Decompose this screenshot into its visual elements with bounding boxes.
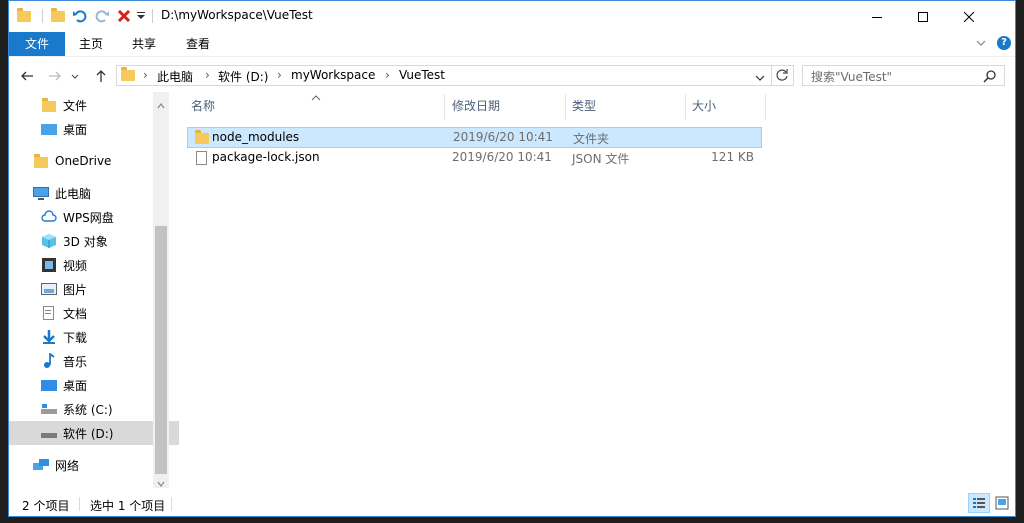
address-bar[interactable]: › 此电脑 › 软件 (D:) › myWorkspace › VueTest — [116, 65, 794, 86]
breadcrumb-drive-d[interactable]: 软件 (D:) — [218, 68, 268, 85]
delete-icon[interactable] — [115, 6, 133, 26]
nav-scrollbar[interactable] — [153, 92, 169, 488]
large-icons-view-button[interactable] — [992, 493, 1012, 513]
folder-icon — [15, 6, 33, 26]
redo-icon[interactable] — [93, 6, 111, 26]
breadcrumb-vuetest[interactable]: VueTest — [399, 68, 445, 82]
maximize-button[interactable] — [900, 1, 946, 32]
address-dropdown-icon[interactable] — [755, 71, 765, 85]
network-icon — [33, 457, 49, 473]
scroll-up-icon[interactable] — [157, 98, 165, 112]
column-header-date[interactable]: 修改日期 — [452, 92, 500, 120]
navigation-pane: 文件 桌面 OneDrive 此电脑 WPS网盘 3D 对象 视频 图片 文档 … — [9, 92, 185, 488]
file-date: 2019/6/20 10:41 — [452, 150, 552, 164]
file-date: 2019/6/20 10:41 — [453, 130, 553, 144]
tab-home[interactable]: 主页 — [67, 32, 115, 56]
undo-icon[interactable] — [71, 6, 89, 26]
computer-icon — [33, 185, 49, 201]
forward-button[interactable] — [45, 66, 65, 86]
picture-icon — [41, 281, 57, 297]
back-button[interactable] — [17, 66, 37, 86]
table-row[interactable]: node_modules 2019/6/20 10:41 文件夹 — [187, 127, 762, 148]
file-name: node_modules — [212, 130, 300, 144]
tab-view[interactable]: 查看 — [173, 32, 223, 56]
nav-item-this-pc[interactable]: 此电脑 — [9, 181, 177, 205]
sort-ascending-icon — [311, 90, 321, 104]
table-row[interactable]: package-lock.json 2019/6/20 10:41 JSON 文… — [187, 148, 762, 169]
refresh-icon[interactable] — [775, 68, 789, 85]
ribbon-tabs: 文件 主页 共享 查看 ? — [9, 32, 1015, 57]
folder-icon — [195, 130, 209, 144]
search-icon[interactable] — [983, 69, 997, 86]
folder-icon — [41, 97, 57, 113]
properties-icon[interactable] — [49, 6, 67, 26]
expand-ribbon-icon[interactable] — [975, 37, 987, 52]
folder-icon — [33, 153, 49, 169]
search-input[interactable]: 搜索"VueTest" — [802, 65, 1005, 86]
tab-share[interactable]: 共享 — [119, 32, 169, 56]
file-list: 名称 修改日期 类型 大小 node_modules 2019/6/20 10:… — [179, 92, 1009, 488]
column-header-name[interactable]: 名称 — [191, 92, 215, 120]
nav-item-onedrive[interactable]: OneDrive — [9, 149, 177, 173]
column-header-size[interactable]: 大小 — [692, 92, 716, 120]
file-type: 文件夹 — [573, 132, 610, 146]
drive-icon — [41, 425, 57, 441]
scroll-down-icon[interactable] — [157, 476, 165, 490]
title-bar: D:\myWorkspace\VueTest — [9, 1, 1015, 32]
status-bar: 2 个项目 选中 1 个项目 — [9, 492, 1015, 516]
close-button[interactable] — [946, 1, 992, 32]
customize-toolbar-icon[interactable] — [135, 6, 147, 26]
minimize-button[interactable] — [854, 1, 900, 32]
up-button[interactable] — [91, 66, 111, 86]
desktop-icon — [41, 121, 57, 137]
download-icon — [41, 329, 57, 345]
file-icon — [196, 151, 207, 165]
breadcrumb-this-pc[interactable]: 此电脑 — [157, 68, 193, 85]
window-title: D:\myWorkspace\VueTest — [161, 8, 313, 22]
folder-icon — [121, 67, 135, 81]
recent-locations-button[interactable] — [69, 66, 81, 86]
column-header-type[interactable]: 类型 — [572, 92, 596, 120]
file-name: package-lock.json — [212, 150, 320, 164]
cube-icon — [41, 233, 57, 249]
breadcrumb-myworkspace[interactable]: myWorkspace — [291, 68, 375, 82]
details-view-button[interactable] — [968, 493, 990, 513]
file-type: JSON 文件 — [572, 152, 630, 166]
navigation-bar: › 此电脑 › 软件 (D:) › myWorkspace › VueTest … — [9, 58, 1015, 92]
scroll-thumb[interactable] — [155, 226, 167, 474]
document-icon — [41, 305, 57, 321]
tab-file[interactable]: 文件 — [9, 32, 65, 56]
help-icon[interactable]: ? — [997, 36, 1011, 50]
search-placeholder: 搜索"VueTest" — [811, 70, 893, 84]
file-size: 121 KB — [711, 150, 754, 164]
music-icon — [41, 352, 57, 369]
cloud-icon — [41, 209, 57, 225]
film-icon — [41, 257, 57, 273]
nav-item-network[interactable]: 网络 — [9, 453, 177, 477]
drive-icon — [41, 401, 57, 417]
item-count: 2 个项目 — [22, 499, 70, 513]
selection-count: 选中 1 个项目 — [90, 499, 166, 513]
explorer-window: D:\myWorkspace\VueTest 文件 主页 共享 查看 ? › 此… — [8, 0, 1016, 517]
desktop-icon — [41, 377, 57, 393]
